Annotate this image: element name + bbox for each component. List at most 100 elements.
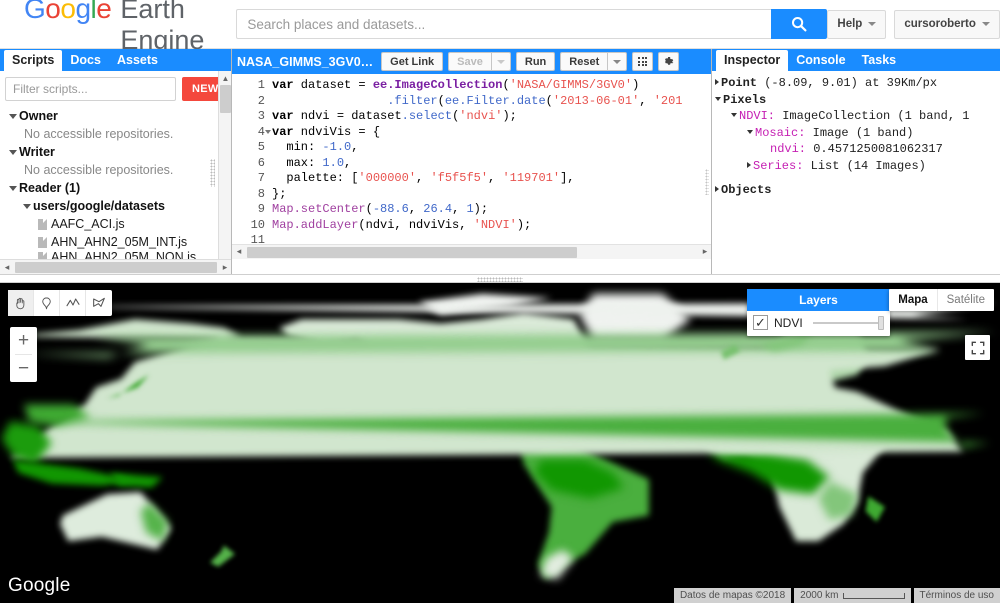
tree-empty-owner: No accessible repositories. [6, 125, 231, 143]
scrollbar-thumb[interactable] [220, 85, 231, 113]
chevron-right-icon[interactable] [715, 79, 719, 85]
scripts-horizontal-scrollbar[interactable]: ◂ ▸ [0, 259, 231, 274]
code-content[interactable]: var dataset = ee.ImageCollection('NASA/G… [272, 74, 683, 233]
scroll-right-icon[interactable]: ▸ [218, 262, 231, 273]
tree-label: No accessible repositories. [24, 163, 174, 177]
chevron-right-icon[interactable] [747, 161, 751, 168]
layers-panel-header[interactable]: Layers [747, 289, 890, 311]
chevron-down-icon[interactable] [747, 129, 753, 134]
chevron-down-icon[interactable] [731, 113, 737, 117]
editor-resize-grip[interactable] [705, 169, 709, 195]
save-dropdown-button[interactable] [490, 52, 511, 71]
apps-grid-button[interactable] [632, 52, 654, 71]
point-marker-tool[interactable] [34, 290, 60, 316]
user-label: cursoroberto [904, 18, 976, 30]
layer-visibility-checkbox[interactable] [753, 315, 768, 330]
scripts-body: NEW Owner No accessible repositories. Wr… [0, 71, 231, 274]
help-menu-button[interactable]: Help [827, 9, 887, 39]
line-number: 1 [257, 78, 265, 92]
slider-thumb[interactable] [878, 315, 884, 330]
tab-console[interactable]: Console [788, 50, 853, 71]
inspector-value: (-8.09, 9.01) at 39Km/px [757, 76, 938, 90]
map-viewport[interactable]: + − Layers NDVI Mapa Satélite Go [0, 283, 1000, 603]
inspector-row-point[interactable]: Point (-8.09, 9.01) at 39Km/px [715, 75, 1000, 92]
inspector-row-mosaic[interactable]: Mosaic: Image (1 band) [715, 125, 1000, 142]
tree-group-reader[interactable]: Reader (1) [6, 179, 231, 197]
horizontal-splitter[interactable] [0, 274, 1000, 283]
chevron-down-icon [6, 147, 19, 157]
inspector-row-pixels[interactable]: Pixels [715, 92, 1000, 109]
tab-docs[interactable]: Docs [62, 50, 109, 71]
tree-file-item[interactable]: AAFC_ACI.js [6, 215, 231, 233]
inspector-row-ndvi[interactable]: NDVI: ImageCollection (1 band, 1 [715, 108, 1000, 125]
inspector-key: Point [721, 76, 758, 90]
map-type-satelite[interactable]: Satélite [938, 289, 994, 311]
get-link-button[interactable]: Get Link [381, 52, 444, 71]
terms-of-use-link[interactable]: Términos de uso [913, 588, 1000, 603]
tree-file-item[interactable]: AHN_AHN2_05M_INT.js [6, 233, 231, 251]
chevron-down-icon [6, 183, 19, 193]
map-type-mapa[interactable]: Mapa [889, 289, 938, 311]
line-number: 2 [257, 93, 265, 108]
file-icon [38, 218, 47, 230]
tab-inspector[interactable]: Inspector [716, 50, 789, 71]
chevron-down-icon [20, 201, 33, 211]
inspector-key: Objects [721, 183, 772, 197]
panel-resize-grip[interactable] [210, 159, 215, 187]
fullscreen-button[interactable] [965, 335, 990, 360]
polygon-icon [93, 297, 105, 307]
tree-label: users/google/datasets [33, 199, 165, 213]
zoom-out-button[interactable]: − [10, 355, 37, 382]
tree-group-writer[interactable]: Writer [6, 143, 231, 161]
code-area[interactable]: 1 2 3 4 5 6 7 8 9 10 11 var dataset = ee… [232, 74, 711, 259]
hand-pan-tool[interactable] [8, 290, 34, 316]
scrollbar-thumb[interactable] [247, 246, 577, 258]
line-number: 3 [257, 109, 265, 123]
scroll-up-icon[interactable]: ▲ [219, 71, 231, 85]
scrollbar-thumb[interactable] [15, 261, 217, 273]
reset-button[interactable]: Reset [560, 52, 608, 71]
reset-dropdown-button[interactable] [607, 52, 628, 71]
map-attribution-bar: Datos de mapas ©2018 2000 km Términos de… [673, 588, 1000, 603]
tab-assets[interactable]: Assets [109, 50, 166, 71]
scripts-vertical-scrollbar[interactable]: ▲ ▼ [218, 71, 231, 274]
scale-bar-icon [842, 592, 905, 599]
map-data-attribution: Datos de mapas ©2018 [673, 588, 792, 603]
search-icon [792, 17, 807, 32]
layer-opacity-slider[interactable] [812, 315, 884, 330]
map-type-switcher: Mapa Satélite [889, 289, 994, 311]
layer-row-ndvi: NDVI [747, 311, 890, 336]
fold-arrow-icon[interactable] [265, 129, 271, 134]
scroll-left-icon[interactable]: ◂ [232, 247, 246, 257]
polyline-tool[interactable] [60, 290, 86, 316]
inspector-row-series[interactable]: Series: List (14 Images) [715, 158, 1000, 175]
chevron-down-icon [613, 59, 622, 64]
tree-group-owner[interactable]: Owner [6, 107, 231, 125]
scroll-left-icon[interactable]: ◂ [0, 262, 14, 273]
google-wordmark: Google [24, 0, 112, 24]
save-button[interactable]: Save [448, 52, 491, 71]
editor-horizontal-scrollbar[interactable]: ◂ ▸ [232, 244, 711, 259]
search-input[interactable] [236, 9, 772, 39]
tree-label: Writer [19, 145, 55, 159]
filter-scripts-input[interactable] [5, 77, 176, 101]
line-number: 7 [257, 171, 265, 185]
tree-repo-users-google-datasets[interactable]: users/google/datasets [6, 197, 231, 215]
settings-button[interactable] [658, 52, 680, 71]
chevron-right-icon[interactable] [715, 186, 719, 192]
zoom-in-button[interactable]: + [10, 327, 37, 354]
user-account-menu-button[interactable]: cursoroberto [894, 9, 1000, 39]
run-button[interactable]: Run [515, 52, 556, 71]
splitter-grip-icon [477, 277, 523, 282]
scroll-right-icon[interactable]: ▸ [698, 247, 711, 257]
chevron-down-icon[interactable] [715, 96, 721, 101]
inspector-spacer [715, 174, 1000, 182]
scripts-tabbar: Scripts Docs Assets [0, 49, 231, 71]
polygon-tool[interactable] [86, 290, 112, 316]
inspector-row-objects[interactable]: Objects [715, 182, 1000, 199]
tab-scripts[interactable]: Scripts [4, 50, 63, 71]
tab-tasks[interactable]: Tasks [854, 50, 905, 71]
scripts-tree: Owner No accessible repositories. Writer… [0, 105, 231, 263]
inspector-key: Mosaic: [755, 125, 806, 140]
search-button[interactable] [771, 9, 828, 39]
